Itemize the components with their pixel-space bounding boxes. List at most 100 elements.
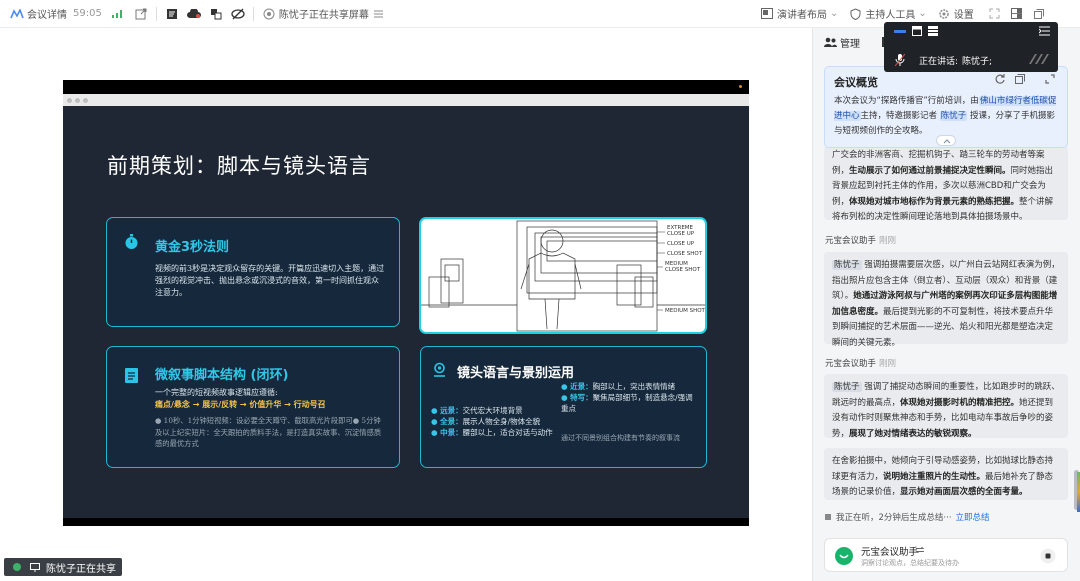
meeting-details-button[interactable]: 会议详情 — [10, 6, 67, 21]
fullscreen-icon[interactable] — [988, 7, 1002, 21]
speaker-chip[interactable]: 陈忧子 — [939, 111, 968, 121]
micro-narrative-card: 微叙事脚本结构 (闭环) 一个完整的短视频故事逻辑应遵循: 痛点/悬念 → 展示… — [106, 346, 400, 468]
close-shot-label: ● 近景： — [561, 382, 593, 391]
assistant-avatar-icon — [835, 547, 853, 565]
golden-3s-card: 黄金3秒法则 视频的前3秒是决定观众留存的关键。开篇应迅速切入主题，通过强烈的视… — [106, 217, 400, 327]
far-shot-desc: 交代宏大环境背景 — [462, 406, 523, 415]
switch-icon[interactable] — [916, 547, 924, 553]
sharing-badge-label: 陈忧子正在共享 — [46, 563, 116, 575]
summarize-now-link[interactable]: 立即总结 — [956, 511, 990, 523]
translate-icon[interactable] — [209, 7, 223, 21]
collapse-overview-button[interactable] — [936, 135, 956, 146]
mid-shot-desc: 腰部以上，适合对话与动作 — [462, 428, 553, 437]
speaker-popup: 正在讲话: 陈忧子; — [884, 22, 1058, 72]
author-name: 元宝会议助手 — [825, 236, 877, 246]
chevron-down-icon: ⌄ — [918, 8, 927, 19]
audio-wave-icon — [1029, 54, 1049, 64]
summary-message: 广交会的非洲客商、挖掘机钩子、踏三轮车的劳动者等案例，生动展示了如何通过前景捕捉… — [824, 146, 1068, 222]
presenter-layout-label: 演讲者布局 — [777, 10, 827, 21]
chevron-down-icon: ⌄ — [830, 8, 839, 19]
collapse-menu-icon[interactable] — [1039, 26, 1050, 36]
window-icon[interactable] — [912, 26, 922, 36]
sharing-badge[interactable]: 陈忧子正在共享 — [4, 558, 122, 576]
document-icon — [125, 368, 138, 383]
settings-button[interactable]: 设置 — [937, 6, 974, 21]
card-c-heading: 微叙事脚本结构 (闭环) — [155, 368, 289, 383]
hide-video-icon[interactable] — [231, 7, 245, 21]
far-shot-label: ● 远景： — [431, 406, 463, 415]
listening-icon — [824, 510, 832, 524]
status-text: 我正在听，2分钟后生成总结··· — [836, 513, 952, 523]
full-shot-desc: 展示人物全身/物体全貌 — [462, 417, 541, 426]
window-top-strip — [63, 80, 749, 94]
card-d-footnote: 通过不同景别组合构建有节奏的叙事流 — [561, 434, 680, 442]
tab-manage[interactable]: 管理 — [823, 35, 860, 50]
detail-shot-label: ● 特写： — [561, 393, 593, 402]
mic-icon — [895, 54, 905, 66]
label-close-up: CLOSE UP — [667, 241, 695, 247]
summary-message: 陈忧子 强调拍摄需要层次感，以广州白云站网红表演为例，指出照片应包含主体（倒立者… — [824, 252, 1068, 348]
meeting-details-label: 会议详情 — [27, 10, 67, 21]
assistant-title: 元宝会议助手 — [861, 547, 919, 558]
host-tools-button[interactable]: 主持人工具 ⌄ — [848, 6, 927, 21]
window-control — [83, 98, 88, 103]
msg3-bold1: 体现她对摄影时机的精准把控。 — [900, 397, 1020, 408]
presenter-layout-button[interactable]: 演讲者布局 ⌄ — [760, 6, 838, 21]
msg4-bold1: 说明她注重照片的生动性。 — [883, 471, 986, 482]
full-shot-label: ● 全景： — [431, 417, 463, 426]
list-view-icon[interactable] — [928, 26, 938, 36]
presenter-icon — [28, 560, 42, 574]
overview-title: 会议概览 — [834, 76, 878, 89]
meeting-timer: 59:05 — [73, 8, 102, 19]
meeting-logo-icon — [10, 7, 24, 21]
card-c-flow: 痛点/悬念 → 展示/反转 → 价值升华 → 行动号召 — [155, 400, 326, 409]
screen-share-indicator[interactable]: 陈忧子正在共享屏幕 — [262, 6, 386, 21]
shot-size-diagram-card: EXTREME CLOSE UP CLOSE UP CLOSE SHOT MED… — [419, 217, 707, 334]
label-close-up-1: CLOSE UP — [667, 231, 695, 237]
shield-icon — [848, 7, 862, 21]
window-control — [75, 98, 80, 103]
window-dot — [739, 85, 742, 88]
message-author: 元宝会议助手 刚刚 — [825, 234, 896, 246]
listening-status: 我正在听，2分钟后生成总结··· 立即总结 — [824, 510, 990, 524]
popout-icon[interactable] — [134, 7, 148, 21]
gear-icon — [937, 7, 951, 21]
minimize-icon[interactable] — [1010, 7, 1024, 21]
msg3-bold2: 展现了她对情绪表达的敏锐观察。 — [849, 428, 977, 439]
assistant-card[interactable]: 元宝会议助手 洞察讨论观点，总结纪要及待办 — [824, 538, 1068, 572]
card-c-intro: 一个完整的短视频故事逻辑应遵循: — [155, 388, 278, 397]
copy-icon[interactable] — [1015, 74, 1026, 84]
stop-icon[interactable] — [1040, 548, 1056, 564]
chevron-up-icon — [943, 139, 951, 144]
view-strip-icon[interactable] — [894, 28, 906, 34]
window-title-bar — [63, 94, 749, 106]
close-shot-text: ● 近景：胸部以上，突出表情情绪 ● 特写：聚焦局部细节，制造悬念/强调重点 — [561, 381, 693, 414]
signal-icon — [110, 7, 124, 21]
overview-text: 本次会议为“探路传播官”行前培训，由佛山市绿行者低碳促进中心主持，特邀摄影记者 … — [834, 94, 1062, 139]
presentation-slide: 前期策划：脚本与镜头语言 黄金3秒法则 视频的前3秒是决定观众留存的关键。开篇应… — [63, 106, 749, 518]
speaking-label: 正在讲话: — [919, 57, 959, 67]
speaker-name-chip[interactable]: 陈忧子 — [832, 260, 862, 270]
cloud-record-icon[interactable] — [186, 7, 201, 21]
message-author: 元宝会议助手 刚刚 — [825, 357, 896, 369]
speaker-name-chip[interactable]: 陈忧子 — [832, 382, 862, 392]
label-medium-shot: MEDIUM SHOT — [665, 308, 706, 314]
card-a-heading: 黄金3秒法则 — [155, 240, 230, 255]
restore-icon[interactable] — [1032, 7, 1046, 21]
close-shot-desc: 胸部以上，突出表情情绪 — [592, 382, 676, 391]
location-pin-icon — [434, 362, 445, 377]
msg4-bold2: 显示她对画面层次感的全面考量。 — [900, 487, 1028, 497]
msg1-bold1: 生动展示了如何通过前景捕捉决定性瞬间。 — [849, 165, 1011, 176]
whiteboard-icon[interactable] — [165, 7, 179, 21]
summary-message: 在舍影拍摄中，她倾向于引导动感姿势，比如抛球比静态持球更有活力，说明她注重照片的… — [824, 448, 1068, 500]
author-name: 元宝会议助手 — [825, 359, 877, 369]
expand-icon[interactable] — [1045, 74, 1055, 84]
speaking-name: 陈忧子; — [962, 57, 993, 67]
card-c-bullet: ● 10秒、1分钟短视频：设必要全天蹲守、截取高光片段即可● 5分钟及以上纪实短… — [155, 416, 382, 448]
overview-mid: 主持，特邀摄影记者 — [860, 111, 938, 121]
screen-share-icon — [262, 7, 276, 21]
summary-message: 陈忧子 强调了捕捉动态瞬间的重要性，比如跑步时的跳跃、跳远时的最高点，体现她对摄… — [824, 374, 1068, 439]
refresh-icon[interactable] — [995, 74, 1005, 84]
settings-label: 设置 — [953, 10, 974, 21]
author-time: 刚刚 — [879, 236, 897, 246]
